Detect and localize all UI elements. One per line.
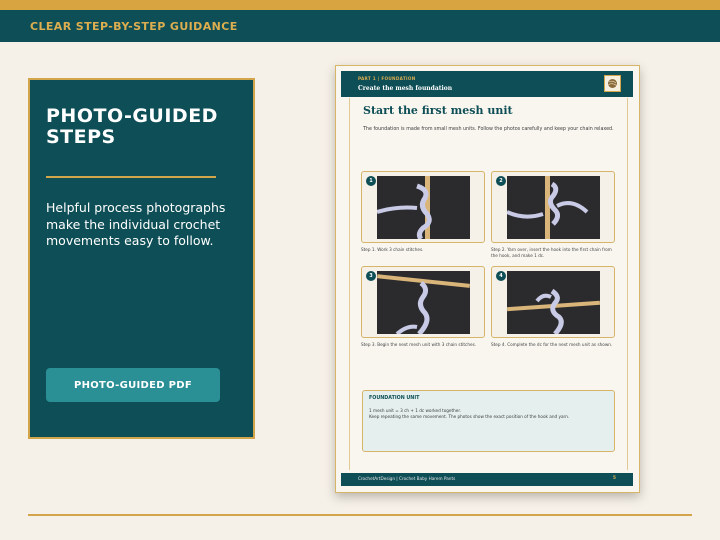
document-intro: The foundation is made from small mesh u… [363, 127, 614, 132]
yarn-icon [608, 79, 617, 88]
step-card-3: 3 [361, 266, 485, 338]
document-preview: PART 1 | FOUNDATION Create the mesh foun… [335, 65, 640, 493]
step-caption-4: Step 4. Complete the dc for the next mes… [491, 342, 613, 347]
document-header: PART 1 | FOUNDATION Create the mesh foun… [341, 71, 633, 97]
feature-panel: PHOTO-GUIDED STEPS Helpful process photo… [28, 78, 255, 439]
step-caption-3: Step 3. Begin the next mesh unit with 3 … [361, 342, 477, 347]
step-number: 1 [366, 176, 376, 186]
footer-text: CrochetArtDesign | Crochet Baby Harem Pa… [358, 476, 456, 481]
info-box-line-1: 1 mesh unit = 3 ch + 1 dc worked togethe… [369, 408, 462, 413]
step-number: 4 [496, 271, 506, 281]
photo-guided-pdf-button[interactable]: PHOTO-GUIDED PDF [46, 368, 220, 402]
panel-description: Helpful process photographs make the ind… [46, 200, 226, 248]
step-photo-4 [507, 271, 600, 334]
step-card-2: 2 [491, 171, 615, 243]
foundation-info-box: FOUNDATION UNIT 1 mesh unit = 3 ch + 1 d… [362, 390, 615, 452]
step-number: 2 [496, 176, 506, 186]
info-box-title: FOUNDATION UNIT [369, 396, 420, 401]
section-title: Create the mesh foundation [358, 85, 453, 92]
info-box-line-2: Keep repeating the same movement. The ph… [369, 414, 570, 419]
page-number: 5 [612, 476, 616, 481]
panel-divider [46, 176, 216, 178]
step-photo-1 [377, 176, 470, 239]
banner-label: CLEAR STEP-BY-STEP GUIDANCE [30, 19, 238, 33]
step-photo-3 [377, 271, 470, 334]
top-accent-strip [0, 0, 720, 10]
part-label: PART 1 | FOUNDATION [358, 76, 416, 81]
document-footer: CrochetArtDesign | Crochet Baby Harem Pa… [341, 473, 633, 486]
step-number: 3 [366, 271, 376, 281]
step-card-1: 1 [361, 171, 485, 243]
step-card-4: 4 [491, 266, 615, 338]
header-banner: CLEAR STEP-BY-STEP GUIDANCE [0, 10, 720, 42]
document-heading: Start the first mesh unit [363, 104, 513, 117]
step-caption-1: Step 1. Work 3 chain stitches. [361, 247, 424, 252]
bottom-divider [28, 514, 692, 516]
step-caption-2: Step 2. Yarn over, insert the hook into … [491, 247, 612, 258]
brand-logo [604, 75, 621, 92]
panel-title: PHOTO-GUIDED STEPS [46, 105, 218, 148]
step-photo-2 [507, 176, 600, 239]
